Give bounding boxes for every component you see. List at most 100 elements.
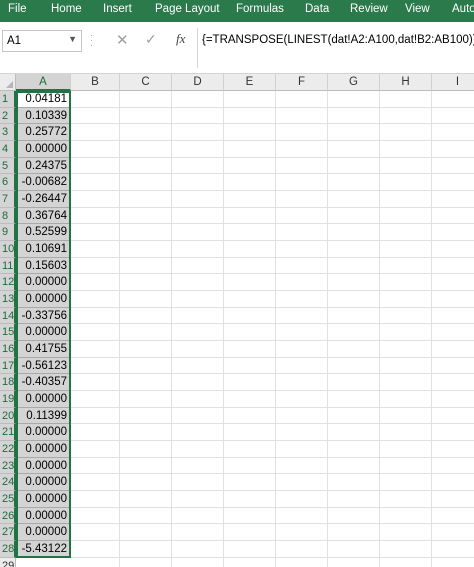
- row-header-12[interactable]: 12: [0, 274, 16, 292]
- gridline-horizontal: [16, 356, 474, 358]
- row-header-7[interactable]: 7: [0, 191, 16, 208]
- cell-a9[interactable]: 0.52599: [17, 224, 70, 242]
- cell-a14[interactable]: -0.33756: [17, 307, 70, 325]
- cell-a6[interactable]: -0.00682: [17, 174, 70, 191]
- row-header-23[interactable]: 23: [0, 457, 16, 475]
- gridline-horizontal: [16, 340, 474, 342]
- row-header-13[interactable]: 13: [0, 291, 16, 308]
- ribbon-tab-view[interactable]: View: [405, 3, 430, 15]
- column-header-c[interactable]: C: [120, 74, 172, 91]
- row-header-20[interactable]: 20: [0, 407, 16, 425]
- ribbon-tab-review[interactable]: Review: [350, 3, 388, 15]
- row-header-28[interactable]: 28: [0, 541, 16, 558]
- row-header-16[interactable]: 16: [0, 341, 16, 358]
- cell-a11[interactable]: 0.15603: [17, 257, 70, 275]
- cell-a4[interactable]: 0.00000: [17, 141, 70, 158]
- column-header-f[interactable]: F: [276, 74, 328, 91]
- row-header-8[interactable]: 8: [0, 207, 16, 225]
- grip-dots-icon[interactable]: · · ·: [90, 31, 94, 50]
- row-header-6[interactable]: 6: [0, 174, 16, 191]
- column-header-g[interactable]: G: [328, 74, 380, 91]
- formula-text: {=TRANSPOSE(LINEST(dat!A2:A100,dat!B2:AB…: [202, 34, 474, 46]
- chevron-down-icon[interactable]: ▼: [68, 34, 77, 44]
- cell-a20[interactable]: 0.11399: [17, 407, 70, 425]
- ribbon-tab-data[interactable]: Data: [305, 3, 329, 15]
- cell-a7[interactable]: -0.26447: [17, 191, 70, 208]
- row-header-18[interactable]: 18: [0, 374, 16, 392]
- gridline-horizontal: [16, 306, 474, 308]
- row-header-15[interactable]: 15: [0, 324, 16, 342]
- cell-a28[interactable]: -5.43122: [17, 541, 70, 558]
- row-header-3[interactable]: 3: [0, 124, 16, 141]
- cell-a2[interactable]: 0.10339: [17, 107, 70, 125]
- ribbon-tab-auto[interactable]: Auto: [452, 3, 474, 15]
- cell-a19[interactable]: 0.00000: [17, 391, 70, 408]
- ribbon-tab-page-layout[interactable]: Page Layout: [155, 3, 220, 15]
- column-header-h[interactable]: H: [380, 74, 432, 91]
- row-header-1[interactable]: 1: [0, 91, 16, 108]
- cell-a13[interactable]: 0.00000: [17, 291, 70, 308]
- row-header-5[interactable]: 5: [0, 157, 16, 175]
- formula-input[interactable]: {=TRANSPOSE(LINEST(dat!A2:A100,dat!B2:AB…: [197, 28, 474, 68]
- name-box[interactable]: A1 ▼: [2, 30, 82, 52]
- cell-a21[interactable]: 0.00000: [17, 424, 70, 442]
- cell-a17[interactable]: -0.56123: [17, 357, 70, 375]
- gridline-horizontal: [16, 373, 474, 375]
- cell-a15[interactable]: 0.00000: [17, 324, 70, 342]
- row-header-2[interactable]: 2: [0, 107, 16, 125]
- formula-bar: A1 ▼ · · · ✕ ✓ fx {=TRANSPOSE(LINEST(dat!A…: [0, 22, 474, 74]
- gridline-horizontal: [16, 273, 474, 275]
- gridline-vertical: [171, 91, 172, 567]
- cell-a1[interactable]: 0.04181: [17, 91, 70, 108]
- gridline-horizontal: [16, 440, 474, 442]
- row-header-21[interactable]: 21: [0, 424, 16, 442]
- row-header-11[interactable]: 11: [0, 257, 16, 275]
- cell-a26[interactable]: 0.00000: [17, 507, 70, 525]
- ribbon-tab-home[interactable]: Home: [51, 3, 82, 15]
- cell-a27[interactable]: 0.00000: [17, 524, 70, 542]
- ribbon-tab-formulas[interactable]: Formulas: [236, 3, 284, 15]
- column-header-e[interactable]: E: [224, 74, 276, 91]
- gridline-horizontal: [16, 140, 474, 141]
- ribbon-tab-insert[interactable]: Insert: [103, 3, 132, 15]
- gridline-horizontal: [16, 106, 474, 108]
- cell-a8[interactable]: 0.36764: [17, 207, 70, 225]
- column-header-d[interactable]: D: [172, 74, 224, 91]
- row-header-17[interactable]: 17: [0, 357, 16, 375]
- row-header-4[interactable]: 4: [0, 141, 16, 158]
- gridline-vertical: [431, 91, 432, 567]
- row-header-10[interactable]: 10: [0, 241, 16, 258]
- row-header-26[interactable]: 26: [0, 507, 16, 525]
- cell-a5[interactable]: 0.24375: [17, 157, 70, 175]
- cell-a3[interactable]: 0.25772: [17, 124, 70, 141]
- gridline-horizontal: [16, 173, 474, 175]
- select-all-button[interactable]: [0, 74, 16, 91]
- row-header-22[interactable]: 22: [0, 441, 16, 458]
- row-header-25[interactable]: 25: [0, 491, 16, 508]
- gridline-horizontal: [16, 406, 474, 408]
- gridline-vertical: [275, 91, 276, 567]
- gridline-horizontal: [16, 390, 474, 392]
- cell-a25[interactable]: 0.00000: [17, 491, 70, 508]
- cell-a10[interactable]: 0.10691: [17, 241, 70, 258]
- worksheet-grid[interactable]: A B C D E F G H I 1 0.04181 2 0.10339 3 0.25772 4 0.0000…: [0, 74, 474, 567]
- column-header-i[interactable]: I: [432, 74, 474, 91]
- insert-function-icon[interactable]: fx: [176, 31, 185, 47]
- row-header-24[interactable]: 24: [0, 474, 16, 492]
- row-header-29[interactable]: 29: [0, 557, 16, 567]
- cell-a23[interactable]: 0.00000: [17, 457, 70, 475]
- ribbon-tab-file[interactable]: File: [8, 3, 27, 15]
- column-header-a[interactable]: A: [16, 74, 71, 91]
- row-header-19[interactable]: 19: [0, 391, 16, 408]
- cell-a16[interactable]: 0.41755: [17, 341, 70, 358]
- cancel-icon[interactable]: ✕: [116, 31, 129, 49]
- cell-a22[interactable]: 0.00000: [17, 441, 70, 458]
- row-header-9[interactable]: 9: [0, 224, 16, 242]
- column-header-b[interactable]: B: [71, 74, 120, 91]
- check-icon[interactable]: ✓: [145, 31, 157, 48]
- cell-a18[interactable]: -0.40357: [17, 374, 70, 392]
- row-header-14[interactable]: 14: [0, 307, 16, 325]
- row-header-27[interactable]: 27: [0, 524, 16, 542]
- cell-a12[interactable]: 0.00000: [17, 274, 70, 292]
- cell-a24[interactable]: 0.00000: [17, 474, 70, 492]
